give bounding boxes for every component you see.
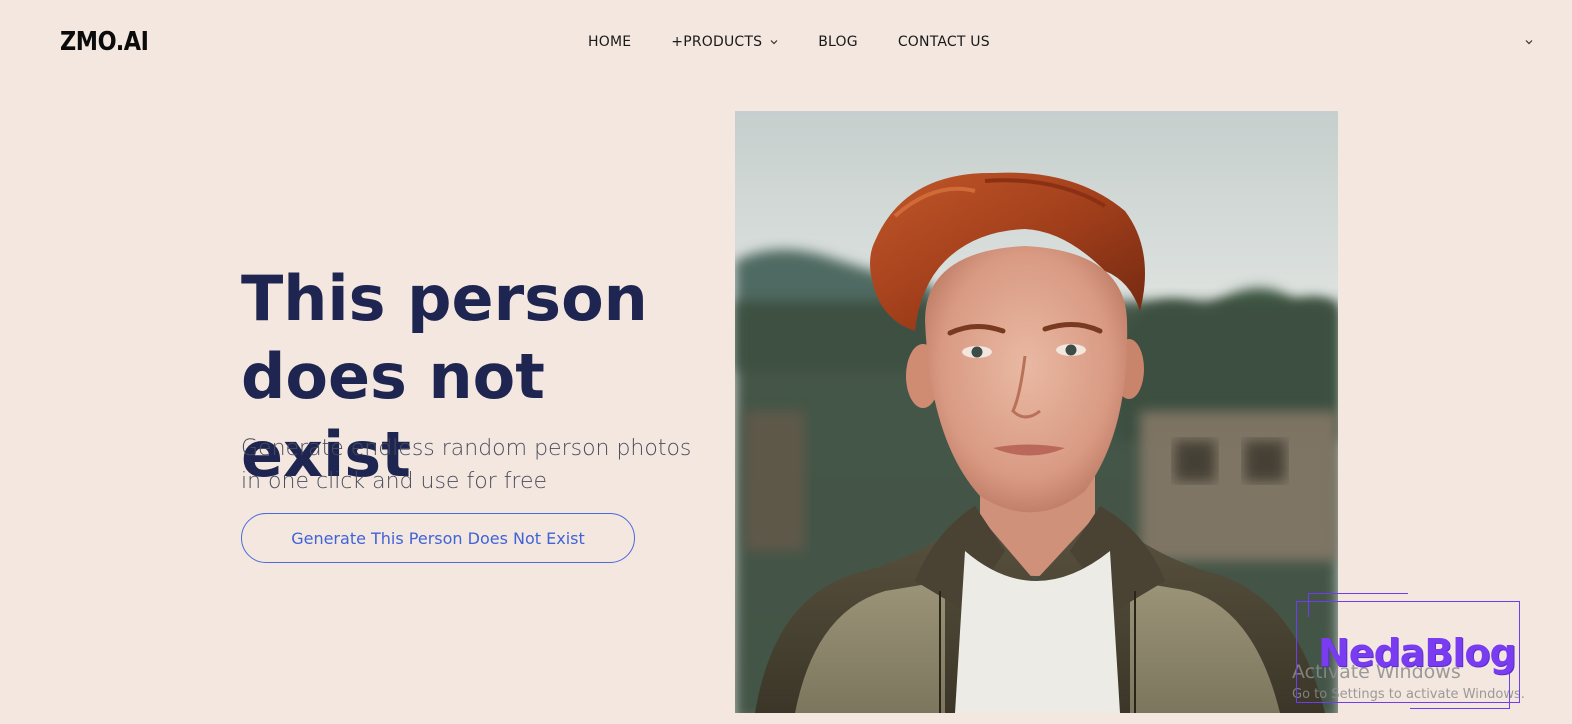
language-dropdown-chevron-icon[interactable]: [1524, 38, 1534, 46]
watermark-frame-corner: [1308, 593, 1408, 617]
portrait-illustration: [735, 111, 1338, 713]
hero-subtitle: Generate endless random person photos in…: [241, 432, 721, 498]
nav-products-label: +PRODUCTS: [671, 34, 763, 50]
hero-title-line1: This person: [241, 262, 648, 335]
nav-contact-label: CONTACT US: [897, 34, 990, 50]
nav-blog-label: BLOG: [818, 34, 858, 50]
watermark-text: NedaBlog: [1318, 631, 1517, 675]
nav-contact[interactable]: CONTACT US: [898, 34, 990, 50]
hero-subtitle-line2: in one click and use for free: [241, 469, 548, 494]
nav-home-label: HOME: [588, 34, 632, 50]
nav-home[interactable]: HOME: [588, 34, 631, 50]
nav-blog[interactable]: BLOG: [818, 34, 858, 50]
nav-products[interactable]: +PRODUCTS: [671, 34, 778, 50]
zmo-logo[interactable]: ZMO.AI: [60, 27, 149, 57]
hero-subtitle-line1: Generate endless random person photos: [241, 436, 692, 461]
generate-person-button[interactable]: Generate This Person Does Not Exist: [241, 513, 635, 563]
nedablog-watermark: NedaBlog: [1296, 593, 1522, 711]
chevron-down-icon: [770, 40, 778, 45]
generated-person-photo: [735, 111, 1338, 713]
main-nav: HOME +PRODUCTS BLOG CONTACT US: [588, 34, 990, 50]
